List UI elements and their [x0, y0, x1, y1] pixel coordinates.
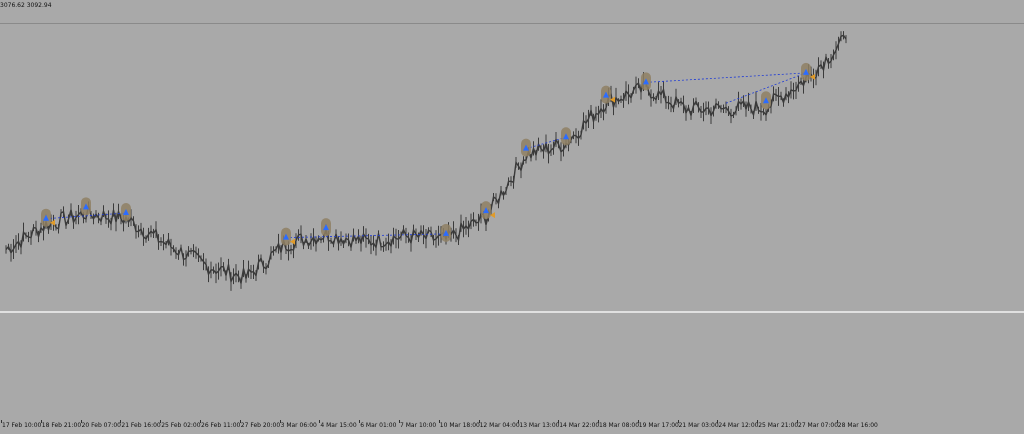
time-axis-tick	[757, 420, 759, 423]
time-axis-tick	[598, 420, 599, 423]
time-axis-label: 28 Mar 16:00	[837, 422, 878, 429]
time-axis-label: 21 Feb 16:00	[121, 422, 161, 429]
time-axis-tick	[1, 420, 2, 423]
time-axis-tick	[518, 420, 520, 423]
time-axis-label: 10 Mar 18:00	[439, 422, 480, 429]
time-axis-label: 17 Feb 10:00	[2, 422, 42, 429]
time-axis-label: 19 Mar 17:00	[638, 422, 679, 429]
time-axis-tick	[359, 420, 361, 423]
time-axis-tick	[279, 420, 281, 423]
time-axis-tick	[438, 420, 440, 423]
trade-link-line	[645, 72, 807, 83]
time-axis-label: 3 Mar 06:00	[280, 422, 317, 429]
time-axis-tick	[239, 420, 241, 423]
time-axis-label: 12 Mar 04:00	[479, 422, 520, 429]
time-axis-label: 21 Mar 03:00	[678, 422, 719, 429]
time-axis-label: 4 Mar 15:00	[320, 422, 357, 429]
time-axis-label: 6 Mar 01:00	[360, 422, 397, 429]
time-axis-label: 20 Feb 07:00	[81, 422, 121, 429]
time-axis-tick	[797, 420, 798, 423]
time-axis: 17 Feb 10:00 18 Feb 21:00 20 Feb 07:00 21 F…	[0, 420, 1024, 434]
time-axis-tick	[836, 420, 838, 423]
time-axis-label: 18 Feb 21:00	[41, 422, 82, 429]
chart-window[interactable]: 3076.62 3092.94 17 Feb 10:00 18 Feb 21:00…	[0, 0, 1024, 434]
time-axis-tick	[160, 420, 162, 423]
time-axis-label: 27 Mar 07:00	[798, 422, 839, 429]
time-axis-label: 18 Mar 08:00	[599, 422, 640, 429]
time-axis-label: 27 Feb 20:00	[240, 422, 281, 429]
time-axis-tick	[677, 420, 679, 423]
time-axis-tick	[200, 420, 201, 423]
time-axis-label: 26 Feb 11:00	[201, 422, 241, 429]
time-axis-label: 14 Mar 22:00	[559, 422, 600, 429]
time-axis-tick	[319, 420, 321, 423]
time-axis-label: 25 Mar 21:00	[758, 422, 799, 429]
time-axis-label: 25 Feb 02:00	[161, 422, 201, 429]
time-axis-tick	[80, 420, 82, 423]
time-axis-tick	[717, 420, 719, 423]
time-axis-tick	[40, 420, 42, 423]
time-axis-tick	[637, 420, 639, 423]
price-chart[interactable]	[0, 0, 1024, 434]
time-axis-label: 13 Mar 13:00	[519, 422, 560, 429]
time-axis-label: 7 Mar 10:00	[400, 422, 437, 429]
time-axis-label: 24 Mar 12:00	[718, 422, 759, 429]
time-axis-tick	[478, 420, 480, 423]
subwindow-separator[interactable]	[0, 311, 1024, 313]
time-axis-tick	[120, 420, 122, 423]
time-axis-tick	[558, 420, 560, 423]
time-axis-tick	[399, 420, 400, 423]
